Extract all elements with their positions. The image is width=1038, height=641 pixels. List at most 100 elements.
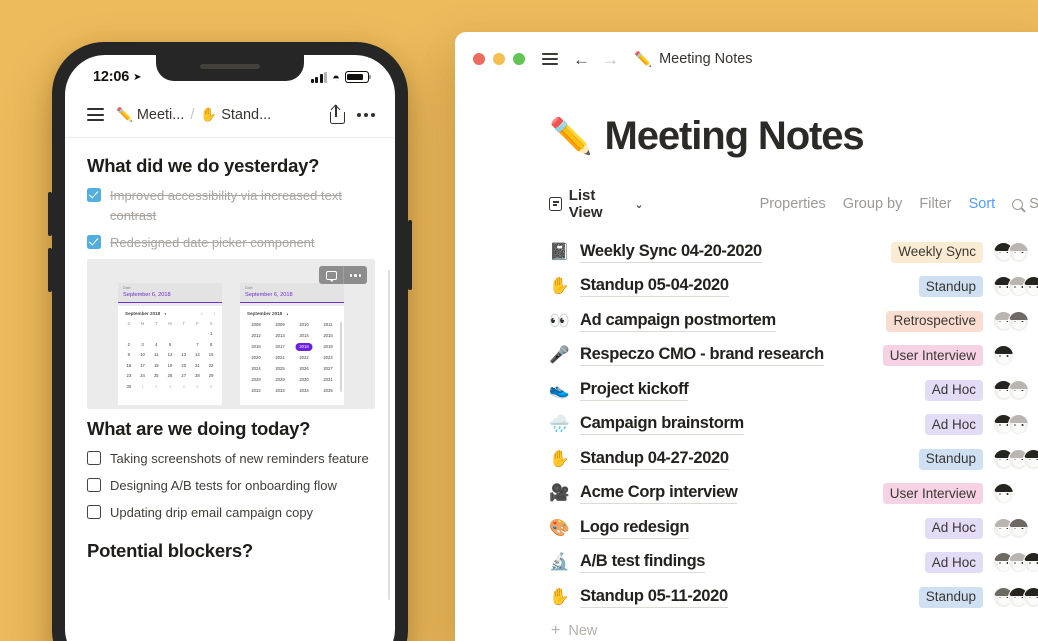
checkbox-unchecked[interactable] <box>87 451 101 466</box>
year-cell[interactable]: 2027 <box>316 365 340 373</box>
calendar-day[interactable]: 1 <box>204 329 218 338</box>
year-cell[interactable]: 2028 <box>244 376 268 384</box>
year-cell[interactable]: 2033 <box>268 387 292 395</box>
year-cell[interactable]: 2034 <box>292 387 316 395</box>
phone-volume-down-button[interactable] <box>48 248 52 292</box>
calendar-day[interactable]: 29 <box>204 371 218 380</box>
status-badge[interactable]: Weekly Sync <box>891 241 983 263</box>
calendar-day[interactable]: 25 <box>149 371 163 380</box>
chevron-down-icon[interactable]: ▾ <box>165 312 167 316</box>
year-cell[interactable]: 2015 <box>316 332 340 340</box>
calendar-day[interactable]: 20 <box>177 361 191 370</box>
status-badge[interactable]: Ad Hoc <box>924 552 983 574</box>
row-title[interactable]: Campaign brainstorm <box>580 414 744 436</box>
year-cell[interactable]: 2024 <box>244 365 268 373</box>
avatar[interactable] <box>1023 276 1038 298</box>
table-row[interactable]: 🎥 Acme Corp interview User Interview <box>549 477 1038 512</box>
calendar-day[interactable]: 15 <box>204 350 218 359</box>
status-badge[interactable]: Retrospective <box>886 310 983 332</box>
chevron-up-icon[interactable]: ▴ <box>287 312 289 316</box>
status-badge[interactable]: Ad Hoc <box>924 379 983 401</box>
calendar-day[interactable]: 13 <box>177 350 191 359</box>
year-cell[interactable]: 2011 <box>316 321 340 329</box>
table-row[interactable]: 🎤 Respeczo CMO - brand research User Inter… <box>549 339 1038 374</box>
row-title[interactable]: Standup 05-11-2020 <box>580 587 728 608</box>
new-row-button[interactable]: + New <box>549 615 1038 641</box>
year-cell[interactable]: 2009 <box>268 321 292 329</box>
avatar[interactable] <box>1023 586 1038 608</box>
row-title[interactable]: Ad campaign postmortem <box>580 311 776 332</box>
year-scrollbar[interactable] <box>340 321 342 392</box>
calendar-day[interactable]: 21 <box>191 361 205 370</box>
year-cell[interactable]: 2019 <box>316 343 340 351</box>
row-title[interactable]: Project kickoff <box>580 380 689 401</box>
calendar-day-outside[interactable]: 2 <box>149 382 163 391</box>
calendar-day[interactable]: 26 <box>163 371 177 380</box>
year-cell[interactable]: 2030 <box>292 376 316 384</box>
todo-item[interactable]: Taking screenshots of new reminders feat… <box>87 449 375 469</box>
year-cell[interactable]: 2031 <box>316 376 340 384</box>
checkbox-unchecked[interactable] <box>87 478 101 492</box>
table-row[interactable]: ✋ Standup 05-11-2020 Standup <box>549 580 1038 615</box>
year-cell[interactable]: 2032 <box>244 387 268 395</box>
share-icon[interactable] <box>328 104 345 124</box>
calendar-day[interactable]: 11 <box>149 350 163 359</box>
forward-arrow-icon[interactable]: → <box>602 51 619 68</box>
calendar-day[interactable]: 16 <box>122 361 136 370</box>
calendar-day[interactable]: 12 <box>163 350 177 359</box>
back-arrow-icon[interactable]: ← <box>573 51 590 68</box>
year-cell[interactable]: 2026 <box>292 365 316 373</box>
year-cell[interactable]: 2035 <box>316 387 340 395</box>
status-badge[interactable]: User Interview <box>882 345 983 367</box>
table-row[interactable]: 🌧️ Campaign brainstorm Ad Hoc <box>549 408 1038 443</box>
date-field[interactable]: Date September 6, 2018 <box>118 283 222 303</box>
calendar-day-outside[interactable]: 1 <box>136 382 150 391</box>
calendar-day[interactable]: 4 <box>149 340 163 349</box>
calendar-day[interactable]: 8 <box>204 340 218 349</box>
filter-button[interactable]: Filter <box>919 196 951 212</box>
checkbox-checked[interactable] <box>87 234 101 249</box>
row-title[interactable]: Standup 05-04-2020 <box>580 276 729 298</box>
calendar-day[interactable]: 28 <box>191 371 205 380</box>
avatar[interactable] <box>993 345 1014 367</box>
calendar-day[interactable]: 18 <box>149 361 163 370</box>
hamburger-menu-icon[interactable] <box>542 52 558 66</box>
prev-month-button[interactable]: ‹ <box>201 311 202 316</box>
table-row[interactable]: 📓 Weekly Sync 04-20-2020 Weekly Sync <box>549 235 1038 270</box>
year-cell[interactable]: 2022 <box>292 354 316 362</box>
close-window-button[interactable] <box>473 53 485 65</box>
calendar-day-outside[interactable]: 5 <box>191 382 205 391</box>
row-title[interactable]: Weekly Sync 04-20-2020 <box>580 242 762 263</box>
row-title[interactable]: Standup 04-27-2020 <box>580 449 729 470</box>
year-cell[interactable]: 2029 <box>268 376 292 384</box>
calendar-day[interactable]: 17 <box>136 361 150 370</box>
year-cell[interactable]: 2023 <box>316 354 340 362</box>
hamburger-menu-icon[interactable] <box>87 107 104 122</box>
status-badge[interactable]: Standup <box>918 276 983 298</box>
status-badge[interactable]: Standup <box>918 448 983 470</box>
calendar-day[interactable]: 27 <box>177 371 191 380</box>
next-month-button[interactable]: › <box>214 311 215 316</box>
avatar[interactable] <box>1008 241 1029 263</box>
calendar-day-outside[interactable]: 3 <box>163 382 177 391</box>
minimize-window-button[interactable] <box>493 53 505 65</box>
more-options-icon[interactable] <box>357 112 375 117</box>
todo-item[interactable]: Improved accessibility via increased tex… <box>87 186 375 226</box>
year-cell[interactable]: 2010 <box>292 321 316 329</box>
year-cell[interactable]: 2017 <box>268 343 292 351</box>
row-title[interactable]: Respeczo CMO - brand research <box>580 345 824 367</box>
more-options-icon[interactable] <box>343 266 367 285</box>
calendar-day[interactable]: 10 <box>136 350 150 359</box>
avatar[interactable] <box>1008 310 1029 332</box>
phone-volume-up-button[interactable] <box>48 192 52 236</box>
calendar-day[interactable]: 9 <box>122 350 136 359</box>
date-field[interactable]: Date September 6, 2018 <box>240 283 344 303</box>
table-row[interactable]: 🔬 A/B test findings Ad Hoc <box>549 546 1038 581</box>
row-title[interactable]: A/B test findings <box>580 552 705 574</box>
phone-power-button[interactable] <box>408 220 412 290</box>
avatar[interactable] <box>993 483 1014 505</box>
calendar-day[interactable]: 23 <box>122 371 136 380</box>
calendar-day[interactable]: 14 <box>191 350 205 359</box>
calendar-day[interactable]: 5 <box>163 340 177 349</box>
group-by-button[interactable]: Group by <box>843 196 903 212</box>
